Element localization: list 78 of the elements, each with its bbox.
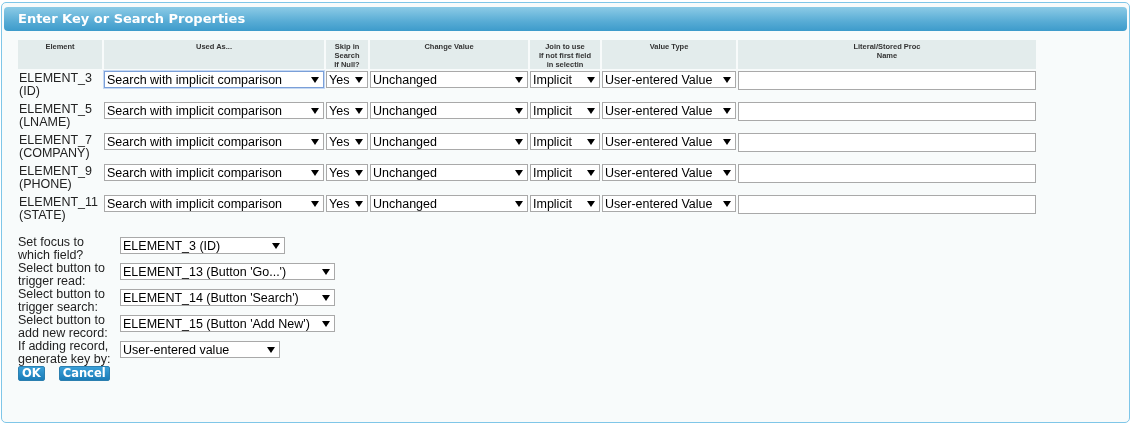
caret-icon (267, 346, 275, 353)
caret-icon (515, 138, 523, 145)
caret-icon (355, 138, 363, 145)
join-dropdown[interactable]: Implicit (530, 133, 600, 150)
change-value-dropdown[interactable]: Unchanged (370, 195, 528, 212)
caret-icon (311, 138, 319, 145)
setting-label: Select button to trigger search: (18, 288, 106, 314)
caret-icon (322, 268, 330, 275)
element-label: ELEMENT_5 (LNAME) (18, 101, 93, 131)
caret-icon (587, 138, 595, 145)
ok-button[interactable]: OK (18, 366, 45, 381)
caret-icon (311, 107, 319, 114)
caret-icon (322, 294, 330, 301)
join-dropdown[interactable]: Implicit (530, 164, 600, 181)
value-type-dropdown[interactable]: User-entered Value (602, 102, 736, 119)
setting-label: Select button to trigger read: (18, 262, 106, 288)
setting-dropdown[interactable]: ELEMENT_13 (Button 'Go...') (120, 263, 335, 280)
caret-icon (587, 169, 595, 176)
skip-dropdown[interactable]: Yes (326, 195, 368, 212)
caret-icon (311, 200, 319, 207)
caret-icon (355, 169, 363, 176)
value-type-dropdown[interactable]: User-entered Value (602, 133, 736, 150)
change-value-dropdown[interactable]: Unchanged (370, 164, 528, 181)
used-as-dropdown[interactable]: Search with implicit comparison (104, 164, 324, 181)
caret-icon (587, 76, 595, 83)
setting-label: If adding record, generate key by: (18, 340, 112, 366)
setting-dropdown[interactable]: User-entered value (120, 341, 280, 358)
caret-icon (723, 200, 731, 207)
element-label: ELEMENT_7 (COMPANY) (18, 132, 93, 162)
caret-icon (723, 107, 731, 114)
caret-icon (355, 200, 363, 207)
caret-icon (515, 107, 523, 114)
caret-icon (311, 76, 319, 83)
value-type-dropdown[interactable]: User-entered Value (602, 195, 736, 212)
element-label: ELEMENT_3 (ID) (18, 70, 93, 100)
setting-dropdown[interactable]: ELEMENT_15 (Button 'Add New') (120, 315, 335, 332)
literal-input-field[interactable] (738, 195, 1036, 214)
caret-icon (322, 320, 330, 327)
setting-label: Select button to add new record: (18, 314, 109, 340)
join-dropdown[interactable]: Implicit (530, 71, 600, 88)
caret-icon (723, 76, 731, 83)
join-dropdown[interactable]: Implicit (530, 195, 600, 212)
used-as-dropdown[interactable]: Search with implicit comparison (104, 102, 324, 119)
dialog-title: Enter Key or Search Properties (4, 7, 1127, 31)
setting-dropdown[interactable]: ELEMENT_14 (Button 'Search') (120, 289, 335, 306)
caret-icon (515, 200, 523, 207)
element-label: ELEMENT_9 (PHONE) (18, 163, 93, 193)
literal-input-field[interactable] (738, 133, 1036, 152)
setting-dropdown[interactable]: ELEMENT_3 (ID) (120, 237, 285, 254)
caret-icon (272, 242, 280, 249)
used-as-dropdown[interactable]: Search with implicit comparison (104, 195, 324, 212)
skip-dropdown[interactable]: Yes (326, 102, 368, 119)
setting-label: Set focus to which field? (18, 236, 85, 262)
skip-dropdown[interactable]: Yes (326, 133, 368, 150)
literal-input-field[interactable] (738, 71, 1036, 90)
caret-icon (515, 76, 523, 83)
element-label: ELEMENT_11 (STATE) (18, 194, 99, 224)
caret-icon (587, 200, 595, 207)
change-value-dropdown[interactable]: Unchanged (370, 133, 528, 150)
literal-input-field[interactable] (738, 164, 1036, 183)
caret-icon (723, 169, 731, 176)
caret-icon (515, 169, 523, 176)
skip-dropdown[interactable]: Yes (326, 71, 368, 88)
skip-dropdown[interactable]: Yes (326, 164, 368, 181)
caret-icon (587, 107, 595, 114)
caret-icon (355, 107, 363, 114)
caret-icon (355, 76, 363, 83)
used-as-dropdown[interactable]: Search with implicit comparison (104, 71, 324, 88)
change-value-dropdown[interactable]: Unchanged (370, 71, 528, 88)
caret-icon (723, 138, 731, 145)
caret-icon (311, 169, 319, 176)
join-dropdown[interactable]: Implicit (530, 102, 600, 119)
value-type-dropdown[interactable]: User-entered Value (602, 164, 736, 181)
used-as-dropdown[interactable]: Search with implicit comparison (104, 133, 324, 150)
cancel-button[interactable]: Cancel (58, 366, 110, 381)
value-type-dropdown[interactable]: User-entered Value (602, 71, 736, 88)
literal-input-field[interactable] (738, 102, 1036, 121)
change-value-dropdown[interactable]: Unchanged (370, 102, 528, 119)
